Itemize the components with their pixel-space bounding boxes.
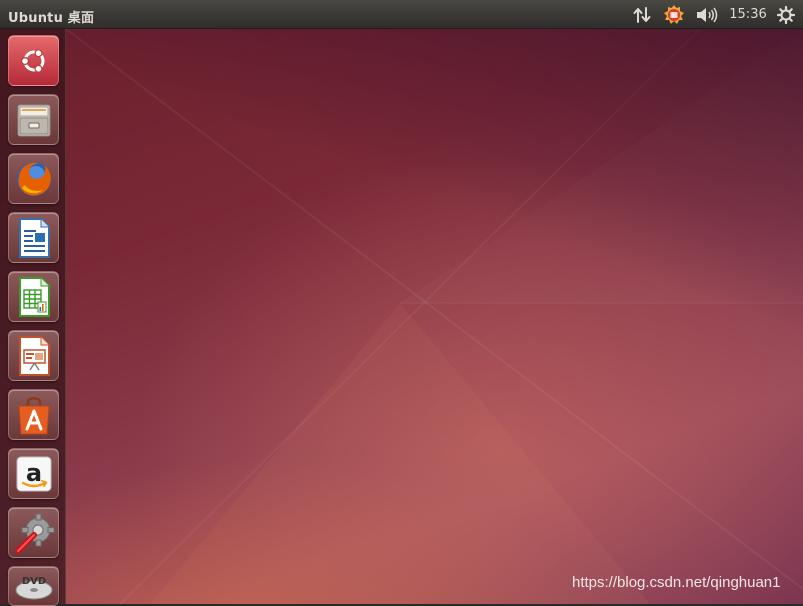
impress-presentation-icon	[18, 335, 50, 376]
ubuntu-logo-icon	[20, 48, 44, 73]
launcher-item-libreoffice-calc[interactable]	[8, 271, 59, 322]
network-icon	[633, 7, 651, 23]
launcher: a DVD	[0, 29, 66, 606]
input-method-icon	[664, 5, 684, 24]
file-cabinet-icon	[17, 104, 50, 136]
launcher-item-dash-home[interactable]	[8, 35, 59, 86]
wrench-gear-icon	[14, 513, 54, 554]
dvd-disc-icon: DVD	[15, 576, 52, 600]
launcher-item-files[interactable]	[8, 94, 59, 145]
amazon-a-icon: a	[16, 456, 51, 491]
svg-text:a: a	[25, 459, 41, 487]
top-panel: Ubuntu 桌面 15:36	[0, 0, 803, 29]
svg-text:DVD: DVD	[21, 576, 45, 587]
watermark-text: https://blog.csdn.net/qinghuan1	[572, 574, 781, 591]
shopping-bag-a-icon	[17, 396, 50, 434]
desktop-wallpaper[interactable]: https://blog.csdn.net/qinghuan1	[0, 29, 803, 604]
firefox-icon	[16, 161, 51, 196]
launcher-item-ubuntu-software-center[interactable]	[8, 389, 59, 440]
wallpaper-pattern	[65, 29, 803, 604]
launcher-item-libreoffice-impress[interactable]	[8, 330, 59, 381]
calc-spreadsheet-icon	[18, 276, 50, 317]
launcher-item-amazon[interactable]: a	[8, 448, 59, 499]
launcher-item-system-settings[interactable]	[8, 507, 59, 558]
writer-document-icon	[18, 217, 50, 258]
launcher-item-dvd[interactable]: DVD	[8, 566, 59, 606]
input-method-indicator[interactable]	[664, 5, 684, 25]
sound-icon	[697, 7, 718, 23]
sound-indicator[interactable]	[696, 5, 718, 25]
launcher-item-firefox[interactable]	[8, 153, 59, 204]
network-indicator[interactable]	[632, 5, 652, 25]
launcher-item-libreoffice-writer[interactable]	[8, 212, 59, 263]
clock[interactable]: 15:36	[727, 7, 769, 22]
session-gear-icon	[777, 6, 795, 24]
session-indicator[interactable]	[776, 5, 796, 25]
window-title: Ubuntu 桌面	[8, 11, 95, 26]
